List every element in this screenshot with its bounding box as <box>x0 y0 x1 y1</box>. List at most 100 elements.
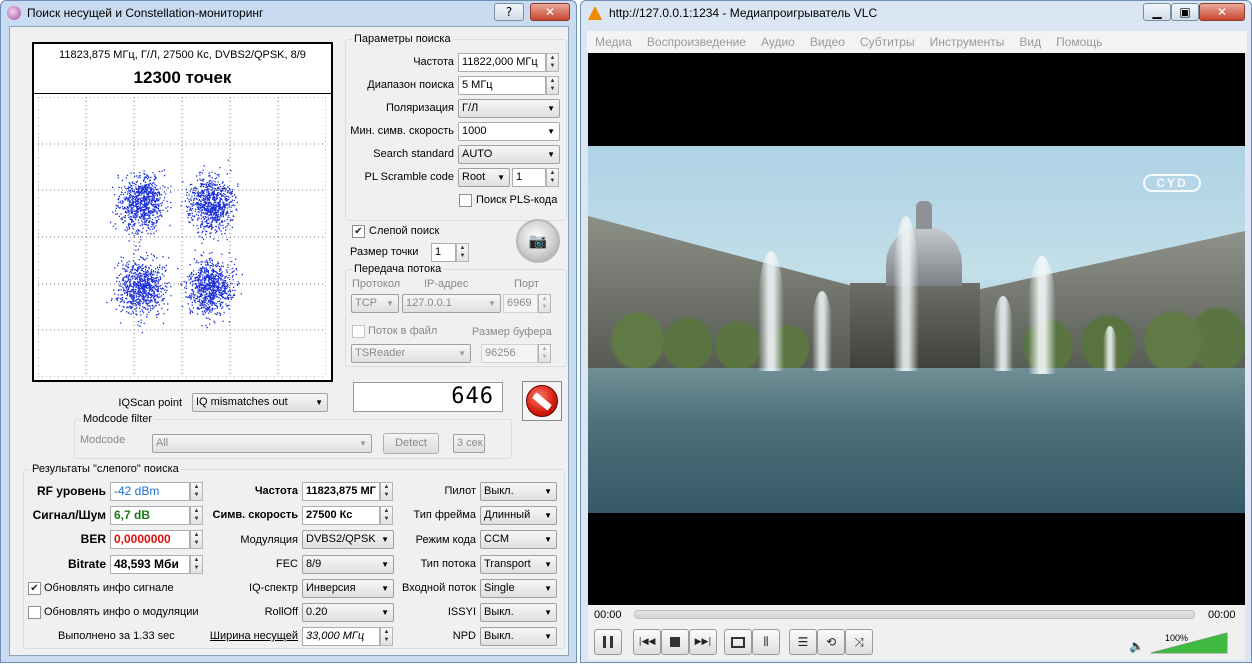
ip-value: 127.0.0.1 <box>406 297 452 309</box>
modcode-select[interactable]: All ▼ <box>152 434 372 453</box>
help-button[interactable]: ? <box>494 3 524 21</box>
reader-select[interactable]: TSReader ▼ <box>351 344 471 363</box>
code-mode-value: CCM <box>484 533 510 545</box>
point-size-spinner[interactable]: ▲ ▼ <box>456 243 469 262</box>
input-stream-label: Входной поток <box>402 582 476 594</box>
search-standard-select[interactable]: AUTO ▼ <box>458 145 560 164</box>
pls-search-label: Поиск PLS-кода <box>476 194 558 206</box>
volume-wedge <box>1150 632 1228 654</box>
scan-window-titlebar[interactable]: Поиск несущей и Constellation-мониторинг <box>1 1 576 25</box>
modulation-select[interactable]: DVBS2/QPSK ▼ <box>302 530 394 549</box>
stream-to-file-checkbox[interactable] <box>352 325 365 338</box>
frame-type-select[interactable]: Длинный ▼ <box>480 506 557 525</box>
playlist-button[interactable]: ☰ <box>789 629 817 655</box>
menu-item-5[interactable]: Инструменты <box>930 35 1005 49</box>
volume-slider[interactable] <box>1149 631 1229 655</box>
pl-code-input[interactable]: 1 <box>512 168 546 187</box>
speaker-icon[interactable]: 🔈 <box>1129 639 1144 653</box>
loop-button[interactable]: ⟲ <box>817 629 845 655</box>
result-freq-spinner[interactable]: ▲ ▼ <box>380 482 393 501</box>
range-label: Диапазон поиска <box>367 79 454 91</box>
vlc-close-button[interactable]: ✕ <box>1199 3 1245 21</box>
rolloff-value: 0.20 <box>306 606 328 618</box>
video-area[interactable]: CYD <box>588 53 1245 605</box>
close-button[interactable]: ✕ <box>530 3 570 21</box>
next-icon: ▶▶| <box>694 637 712 647</box>
range-spinner[interactable]: ▲ ▼ <box>546 76 559 95</box>
iq-scan-value: IQ mismatches out <box>196 396 288 408</box>
menu-item-2[interactable]: Аудио <box>761 35 795 49</box>
menu-item-3[interactable]: Видео <box>810 35 845 49</box>
update-signal-label: Обновлять инфо сигнале <box>44 582 174 594</box>
menu-item-7[interactable]: Помощь <box>1056 35 1102 49</box>
polarization-select[interactable]: Г/Л ▼ <box>458 99 560 118</box>
buffer-size-input[interactable]: 96256 <box>481 344 538 363</box>
ip-select[interactable]: 127.0.0.1 ▼ <box>402 294 501 313</box>
protocol-select[interactable]: TCP ▼ <box>351 294 399 313</box>
modulation-value: DVBS2/QPSK <box>306 533 376 545</box>
constellation-header: 11823,875 МГц, Г/Л, 27500 Кс, DVBS2/QPSK… <box>59 49 306 61</box>
update-signal-checkbox[interactable]: ✔ <box>28 582 41 595</box>
port-label: Порт <box>514 278 539 290</box>
maximize-button[interactable]: ▣ <box>1171 3 1199 21</box>
bandwidth-spinner[interactable]: ▲ ▼ <box>380 627 393 646</box>
issyi-select[interactable]: Выкл. ▼ <box>480 603 557 622</box>
equalizer-button[interactable]: ⫼ <box>752 629 780 655</box>
chevron-down-icon: ▼ <box>488 299 496 308</box>
result-sr-spinner[interactable]: ▲ ▼ <box>380 506 393 525</box>
range-input[interactable]: 5 МГц <box>458 76 546 95</box>
detect-time-select[interactable]: 3 сек <box>453 434 485 453</box>
rolloff-select[interactable]: 0.20 ▼ <box>302 603 394 622</box>
menu-item-0[interactable]: Медиа <box>595 35 632 49</box>
pl-code-spinner[interactable]: ▲ ▼ <box>546 168 559 187</box>
pilot-value: Выкл. <box>484 485 514 497</box>
menu-item-4[interactable]: Субтитры <box>860 35 915 49</box>
seek-bar[interactable] <box>634 610 1195 619</box>
port-input[interactable]: 6969 <box>503 294 538 313</box>
result-sr-label: Симв. скорость <box>212 509 298 521</box>
result-freq-value: 11823,875 МГ <box>302 482 380 501</box>
points-count: 12300 точек <box>133 68 232 87</box>
minimize-button[interactable]: ▁ <box>1143 3 1171 21</box>
update-modulation-checkbox[interactable] <box>28 606 41 619</box>
issyi-label: ISSYI <box>447 606 476 618</box>
menu-item-1[interactable]: Воспроизведение <box>647 35 746 49</box>
scan-client-area: 11823,875 МГц, Г/Л, 27500 Кс, DVBS2/QPSK… <box>9 26 569 656</box>
code-mode-select[interactable]: CCM ▼ <box>480 530 557 549</box>
shuffle-button[interactable]: ⤨ <box>845 629 873 655</box>
next-button[interactable]: ▶▶| <box>689 629 717 655</box>
input-stream-select[interactable]: Single ▼ <box>480 579 557 598</box>
pilot-select[interactable]: Выкл. ▼ <box>480 482 557 501</box>
pls-search-checkbox[interactable] <box>459 194 472 207</box>
stop-button[interactable] <box>522 381 562 421</box>
stop-playback-button[interactable] <box>661 629 689 655</box>
min-sr-select[interactable]: 1000 ▼ <box>458 122 560 141</box>
results-title: Результаты "слепого" поиска <box>30 463 181 475</box>
shuffle-icon: ⤨ <box>854 635 864 649</box>
prev-button[interactable]: |◀◀ <box>633 629 661 655</box>
scan-window-title: Поиск несущей и Constellation-мониторинг <box>27 6 264 20</box>
blind-search-checkbox[interactable]: ✔ <box>352 225 365 238</box>
pl-mode-select[interactable]: Root ▼ <box>458 168 510 187</box>
fountain-jet <box>893 216 919 371</box>
point-size-input[interactable]: 1 <box>431 243 456 262</box>
npd-select[interactable]: Выкл. ▼ <box>480 627 557 646</box>
detect-button[interactable]: Detect <box>383 433 439 454</box>
pause-button[interactable] <box>594 629 622 655</box>
vlc-cone-icon <box>588 6 602 20</box>
fullscreen-button[interactable] <box>724 629 752 655</box>
chevron-down-icon: ▼ <box>547 150 555 159</box>
ber-label: BER <box>80 532 106 546</box>
fec-select[interactable]: 8/9 ▼ <box>302 555 394 574</box>
iq-scan-select[interactable]: IQ mismatches out ▼ <box>192 393 328 412</box>
freq-input[interactable]: 11822,000 МГц <box>458 53 546 72</box>
port-spinner[interactable]: ▲ ▼ <box>538 294 551 313</box>
scan-window: Поиск несущей и Constellation-мониторинг… <box>0 0 577 663</box>
stream-type-select[interactable]: Transport ▼ <box>480 555 557 574</box>
menu-item-6[interactable]: Вид <box>1019 35 1041 49</box>
screenshot-button[interactable]: 📷 <box>516 219 560 263</box>
buffer-size-spinner[interactable]: ▲ ▼ <box>538 344 551 363</box>
snr-label: Сигнал/Шум <box>32 508 106 522</box>
freq-spinner[interactable]: ▲ ▼ <box>546 53 559 72</box>
iq-spectrum-select[interactable]: Инверсия ▼ <box>302 579 394 598</box>
